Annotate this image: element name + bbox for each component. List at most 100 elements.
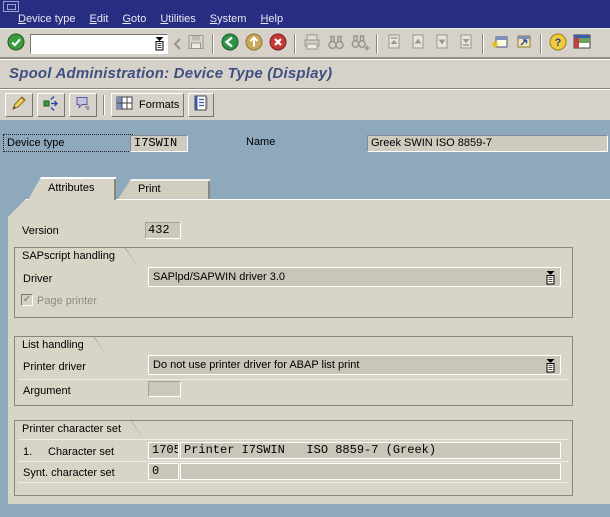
version-field[interactable]: 432 bbox=[145, 222, 181, 239]
toolbar-separator bbox=[376, 34, 378, 54]
syntax-character-set-description-field[interactable] bbox=[180, 463, 561, 480]
save-icon bbox=[186, 32, 206, 55]
formats-button-label: Formats bbox=[139, 99, 179, 111]
toolbar-separator bbox=[294, 34, 296, 54]
char-set-row-number: 1. bbox=[23, 444, 32, 460]
previous-page-button[interactable] bbox=[406, 32, 430, 56]
toolbar-separator bbox=[540, 34, 542, 54]
driver-label: Driver bbox=[23, 271, 52, 287]
last-page-icon bbox=[456, 32, 476, 55]
tab-print-controls[interactable]: Print Controls bbox=[118, 179, 210, 199]
formats-button[interactable]: Formats bbox=[111, 93, 184, 117]
argument-label: Argument bbox=[23, 383, 71, 399]
help-button[interactable]: ? bbox=[546, 32, 570, 56]
name-label: Name bbox=[243, 134, 343, 152]
last-page-button[interactable] bbox=[454, 32, 478, 56]
application-toolbar: Formats bbox=[0, 88, 610, 120]
formats-table-icon bbox=[116, 95, 134, 114]
find-button[interactable] bbox=[324, 32, 348, 56]
toolbar-separator bbox=[482, 34, 484, 54]
menu-utilities[interactable]: Utilities bbox=[160, 13, 195, 25]
customize-layout-icon bbox=[572, 32, 592, 55]
tab-attributes[interactable]: Attributes bbox=[28, 177, 116, 200]
system-menu-icon[interactable] bbox=[3, 1, 19, 12]
save-button[interactable] bbox=[184, 32, 208, 56]
title-bar: Spool Administration: Device Type (Displ… bbox=[0, 58, 610, 88]
previous-page-icon bbox=[408, 32, 428, 55]
enter-icon bbox=[6, 32, 26, 55]
character-set-description-field[interactable]: Printer I7SWIN ISO 8859-7 (Greek) bbox=[180, 442, 561, 459]
menu-goto[interactable]: Goto bbox=[122, 13, 146, 25]
page-printer-checkbox[interactable]: ✓ bbox=[21, 294, 33, 306]
command-input[interactable] bbox=[33, 38, 154, 50]
exit-icon bbox=[244, 32, 264, 55]
exit-button[interactable] bbox=[242, 32, 266, 56]
customize-layout-button[interactable] bbox=[570, 32, 594, 56]
other-device-type-button[interactable] bbox=[37, 93, 65, 117]
where-used-icon bbox=[74, 94, 92, 115]
row-separator bbox=[18, 461, 569, 462]
cancel-button[interactable] bbox=[266, 32, 290, 56]
print-button[interactable] bbox=[300, 32, 324, 56]
printer-character-set-group: Printer character set 1. Character set 1… bbox=[14, 420, 573, 496]
enter-button[interactable] bbox=[4, 32, 28, 56]
find-next-button[interactable] bbox=[348, 32, 372, 56]
goto-device-icon bbox=[42, 94, 60, 115]
create-shortcut-icon bbox=[514, 32, 534, 55]
character-set-label: Character set bbox=[48, 444, 114, 460]
argument-field[interactable] bbox=[148, 381, 181, 397]
menu-bar: Device type Edit Goto Utilities System H… bbox=[0, 0, 610, 28]
back-button[interactable] bbox=[218, 32, 242, 56]
next-page-icon bbox=[432, 32, 452, 55]
new-session-icon bbox=[490, 32, 510, 55]
command-field bbox=[30, 34, 168, 54]
printer-driver-combobox-value: Do not use printer driver for ABAP list … bbox=[153, 356, 545, 374]
next-page-button[interactable] bbox=[430, 32, 454, 56]
toolbar-separator bbox=[212, 34, 214, 54]
find-next-icon bbox=[350, 32, 370, 55]
driver-combobox[interactable]: SAPlpd/SAPWIN driver 3.0 bbox=[148, 267, 561, 287]
char-set-group-title: Printer character set bbox=[15, 421, 143, 438]
menu-device-type[interactable]: Device type bbox=[18, 13, 75, 25]
attributes-tab-panel: Version 432 SAPscript handling Driver SA… bbox=[8, 199, 610, 504]
row-separator bbox=[18, 379, 569, 380]
printer-driver-combobox[interactable]: Do not use printer driver for ABAP list … bbox=[148, 355, 561, 375]
first-page-icon bbox=[384, 32, 404, 55]
list-handling-group: List handling Printer driver Do not use … bbox=[14, 336, 573, 406]
create-shortcut-button[interactable] bbox=[512, 32, 536, 56]
cancel-icon bbox=[268, 32, 288, 55]
character-set-field[interactable]: 1705 bbox=[148, 442, 179, 459]
collapse-command-icon[interactable] bbox=[170, 32, 184, 56]
dropdown-icon[interactable] bbox=[545, 358, 556, 373]
sap-window: Device type Edit Goto Utilities System H… bbox=[0, 0, 610, 517]
menu-system[interactable]: System bbox=[210, 13, 247, 25]
standard-toolbar: ? bbox=[0, 28, 610, 58]
menu-edit[interactable]: Edit bbox=[89, 13, 108, 25]
where-used-button[interactable] bbox=[69, 93, 97, 117]
command-history-icon[interactable] bbox=[154, 36, 165, 51]
log-icon bbox=[193, 94, 209, 115]
device-type-field[interactable]: I7SWIN bbox=[130, 135, 188, 152]
toolbar-separator bbox=[103, 95, 105, 115]
dropdown-icon[interactable] bbox=[545, 270, 556, 285]
name-field[interactable]: Greek SWIN ISO 8859-7 bbox=[367, 135, 608, 152]
pencil-icon bbox=[10, 94, 28, 115]
syntax-character-set-field[interactable]: 0 bbox=[148, 463, 179, 480]
list-handling-group-tab: List handling bbox=[14, 336, 106, 354]
log-button[interactable] bbox=[188, 93, 214, 117]
first-page-button[interactable] bbox=[382, 32, 406, 56]
print-icon bbox=[302, 32, 322, 55]
printer-driver-label: Printer driver bbox=[23, 359, 86, 375]
row-separator bbox=[18, 439, 569, 440]
list-handling-group-title: List handling bbox=[15, 337, 106, 354]
menu-items: Device type Edit Goto Utilities System H… bbox=[18, 13, 283, 25]
display-change-button[interactable] bbox=[5, 93, 33, 117]
page-title: Spool Administration: Device Type (Displ… bbox=[9, 65, 332, 82]
sapscript-group-title: SAPscript handling bbox=[15, 248, 137, 265]
menu-help[interactable]: Help bbox=[260, 13, 283, 25]
help-icon: ? bbox=[548, 32, 568, 55]
new-session-button[interactable] bbox=[488, 32, 512, 56]
char-set-group-tab: Printer character set bbox=[14, 420, 143, 438]
sapscript-group-tab: SAPscript handling bbox=[14, 247, 137, 265]
driver-combobox-value: SAPlpd/SAPWIN driver 3.0 bbox=[153, 268, 545, 286]
